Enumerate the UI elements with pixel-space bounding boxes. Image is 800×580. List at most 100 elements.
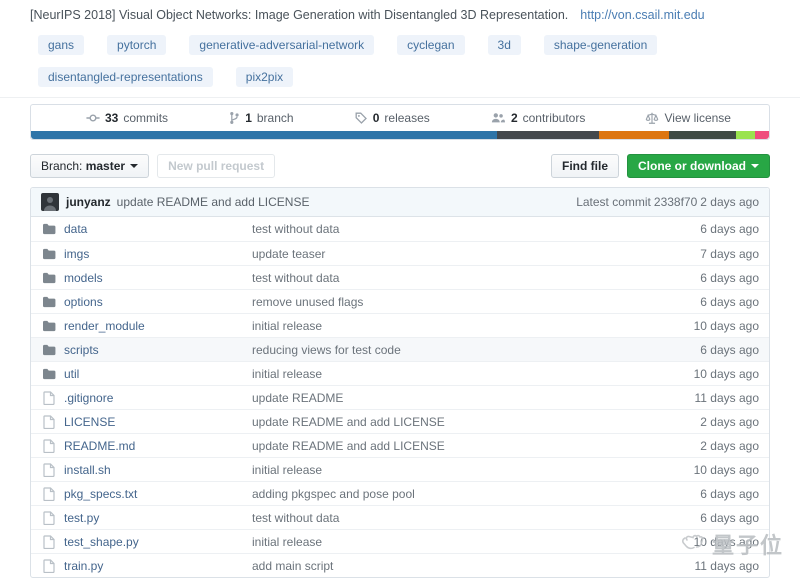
- topic-tag[interactable]: pix2pix: [236, 67, 293, 87]
- commit-message-link[interactable]: initial release: [252, 535, 647, 549]
- table-row: render_module initial release 10 days ag…: [31, 313, 769, 337]
- topic-tag[interactable]: disentangled-representations: [38, 67, 213, 87]
- stat-commits[interactable]: 33 commits: [86, 111, 168, 125]
- file-name-link[interactable]: train.py: [64, 559, 252, 573]
- commit-message-link[interactable]: initial release: [252, 319, 647, 333]
- commit-message-link[interactable]: update README: [252, 391, 647, 405]
- file-name-link[interactable]: test_shape.py: [64, 535, 252, 549]
- file-icon: [41, 511, 57, 525]
- find-file-button[interactable]: Find file: [551, 154, 619, 178]
- folder-icon: [41, 368, 57, 380]
- topic-tag[interactable]: cyclegan: [397, 35, 464, 55]
- topic-tag[interactable]: gans: [38, 35, 84, 55]
- file-name-link[interactable]: options: [64, 295, 252, 309]
- commit-message-link[interactable]: remove unused flags: [252, 295, 647, 309]
- commit-message-link[interactable]: test without data: [252, 222, 647, 236]
- file-name-link[interactable]: README.md: [64, 439, 252, 453]
- commit-message-link[interactable]: reducing views for test code: [252, 343, 647, 357]
- file-age: 6 days ago: [647, 271, 759, 285]
- topic-tag[interactable]: generative-adversarial-network: [189, 35, 374, 55]
- file-age: 6 days ago: [647, 222, 759, 236]
- file-name-link[interactable]: .gitignore: [64, 391, 252, 405]
- file-name-link[interactable]: util: [64, 367, 252, 381]
- table-row: pkg_specs.txt adding pkgspec and pose po…: [31, 481, 769, 505]
- commit-message-link[interactable]: update README and add LICENSE: [252, 439, 647, 453]
- file-icon: [41, 487, 57, 501]
- file-icon: [41, 391, 57, 405]
- file-name-link[interactable]: models: [64, 271, 252, 285]
- folder-icon: [41, 272, 57, 284]
- commit-message-link[interactable]: adding pkgspec and pose pool: [252, 487, 647, 501]
- topics-list: gans pytorch generative-adversarial-netw…: [38, 35, 770, 87]
- table-row: README.md update README and add LICENSE …: [31, 433, 769, 457]
- topic-tag[interactable]: 3d: [488, 35, 521, 55]
- table-row: LICENSE update README and add LICENSE 2 …: [31, 409, 769, 433]
- commit-message-link[interactable]: add main script: [252, 559, 647, 573]
- commit-message-link[interactable]: initial release: [252, 463, 647, 477]
- language-bar[interactable]: [31, 131, 769, 139]
- file-name-link[interactable]: scripts: [64, 343, 252, 357]
- file-age: 6 days ago: [647, 343, 759, 357]
- file-age: 2 days ago: [647, 415, 759, 429]
- file-name-link[interactable]: test.py: [64, 511, 252, 525]
- language-segment: [31, 131, 497, 139]
- topic-tag[interactable]: pytorch: [107, 35, 166, 55]
- table-row: util initial release 10 days ago: [31, 361, 769, 385]
- commit-message-link[interactable]: test without data: [252, 511, 647, 525]
- commit-message-link[interactable]: test without data: [252, 271, 647, 285]
- file-name-link[interactable]: imgs: [64, 247, 252, 261]
- commit-author-link[interactable]: junyanz: [66, 195, 111, 209]
- latest-commit-bar: junyanz update README and add LICENSE La…: [31, 188, 769, 217]
- branch-select-button[interactable]: Branch: master: [30, 154, 149, 178]
- commit-message-link[interactable]: initial release: [252, 367, 647, 381]
- file-name-link[interactable]: LICENSE: [64, 415, 252, 429]
- language-segment: [497, 131, 600, 139]
- file-name-link[interactable]: pkg_specs.txt: [64, 487, 252, 501]
- file-icon: [41, 415, 57, 429]
- license-label: View license: [664, 111, 730, 125]
- clone-label: Clone or download: [638, 159, 746, 173]
- language-segment: [599, 131, 669, 139]
- clone-or-download-button[interactable]: Clone or download: [627, 154, 770, 178]
- topic-tag[interactable]: shape-generation: [544, 35, 657, 55]
- file-age: 10 days ago: [647, 463, 759, 477]
- branch-name: master: [86, 159, 125, 173]
- branches-count: 1: [245, 111, 252, 125]
- file-rows: data test without data 6 days ago imgs u…: [31, 217, 769, 577]
- table-row: options remove unused flags 6 days ago: [31, 289, 769, 313]
- file-name-link[interactable]: install.sh: [64, 463, 252, 477]
- tag-icon: [354, 111, 368, 125]
- file-name-link[interactable]: render_module: [64, 319, 252, 333]
- repo-description: [NeurIPS 2018] Visual Object Networks: I…: [30, 8, 568, 22]
- repo-stats-bar: 33 commits 1 branch 0 releases 2 contrib…: [31, 105, 769, 131]
- stat-view-license[interactable]: View license: [645, 111, 730, 125]
- contributors-label: contributors: [523, 111, 586, 125]
- releases-label: releases: [384, 111, 429, 125]
- stat-releases[interactable]: 0 releases: [354, 111, 430, 125]
- file-icon: [41, 439, 57, 453]
- file-name-link[interactable]: data: [64, 222, 252, 236]
- commit-sha[interactable]: 2338f70: [654, 195, 697, 209]
- folder-icon: [41, 248, 57, 260]
- table-row: models test without data 6 days ago: [31, 265, 769, 289]
- stat-contributors[interactable]: 2 contributors: [490, 111, 585, 125]
- repo-actions-row: Branch: master New pull request Find fil…: [30, 154, 770, 178]
- section-divider: [0, 97, 800, 98]
- repo-website-link[interactable]: http://von.csail.mit.edu: [580, 8, 704, 22]
- file-age: 6 days ago: [647, 295, 759, 309]
- avatar[interactable]: [41, 193, 59, 211]
- commit-message-link[interactable]: update README and add LICENSE: [252, 415, 647, 429]
- file-age: 6 days ago: [647, 511, 759, 525]
- language-segment: [736, 131, 755, 139]
- latest-commit-message-link[interactable]: update README and add LICENSE: [117, 195, 310, 209]
- table-row: scripts reducing views for test code 6 d…: [31, 337, 769, 361]
- commit-message-link[interactable]: update teaser: [252, 247, 647, 261]
- contributors-count: 2: [511, 111, 518, 125]
- file-age: 10 days ago: [647, 319, 759, 333]
- stat-branches[interactable]: 1 branch: [228, 111, 293, 125]
- law-icon: [645, 111, 659, 125]
- new-pull-request-button[interactable]: New pull request: [157, 154, 275, 178]
- latest-commit-label: Latest commit: [576, 195, 651, 209]
- file-icon: [41, 463, 57, 477]
- repo-description-row: [NeurIPS 2018] Visual Object Networks: I…: [30, 8, 770, 23]
